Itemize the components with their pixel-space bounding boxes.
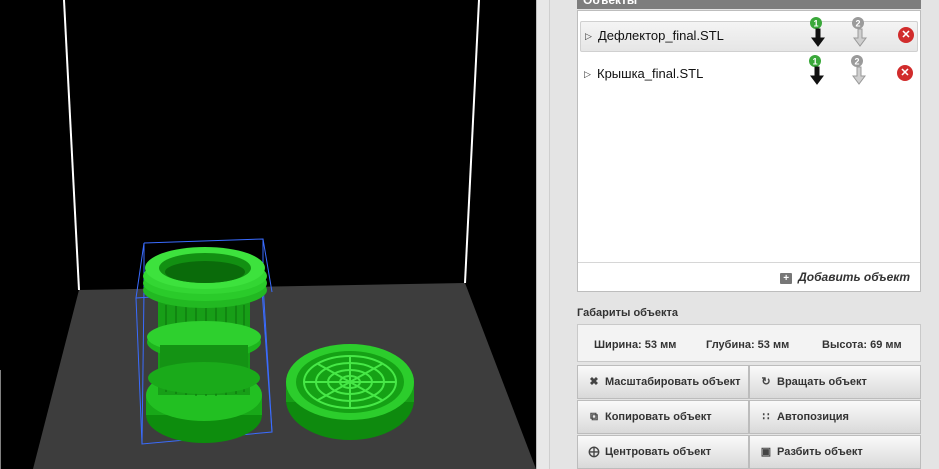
split-object-button[interactable]: ▣ Разбить объект — [749, 435, 921, 469]
split-icon: ▣ — [760, 446, 772, 458]
dimensions-box: Ширина: 53 мм Глубина: 53 мм Высота: 69 … — [577, 324, 921, 362]
object-row-deflector[interactable]: ▷ Дефлектор_final.STL 1 2 ✕ — [580, 17, 918, 52]
model-cap[interactable] — [286, 344, 414, 440]
copy-object-button[interactable]: ⧉ Копировать объект — [577, 400, 749, 434]
build-volume-edge-right — [464, 0, 480, 284]
expand-triangle-icon[interactable]: ▷ — [585, 31, 592, 42]
extruder-2-icon[interactable]: 2 — [850, 54, 870, 88]
add-object-button[interactable]: + Добавить объект — [780, 270, 910, 284]
scale-arrows-icon: ✖ — [589, 376, 599, 388]
expand-triangle-icon[interactable]: ▷ — [584, 69, 591, 80]
scale-object-button[interactable]: ✖ Масштабировать объект — [577, 365, 749, 399]
grid-icon: ∷ — [762, 411, 770, 423]
dimension-depth: Глубина: 53 мм — [706, 339, 790, 351]
build-volume-edge-left — [63, 0, 80, 291]
extruder-1-icon[interactable]: 1 — [809, 16, 829, 50]
objects-panel: ▷ Дефлектор_final.STL 1 2 ✕ ▷ Крышка_fin… — [577, 10, 921, 292]
object-name: Дефлектор_final.STL — [598, 28, 724, 43]
center-object-button[interactable]: ⨁ Центровать объект — [577, 435, 749, 469]
rotate-icon: ↻ — [761, 376, 771, 388]
extruder-1-number: 1 — [812, 57, 817, 67]
add-object-label: Добавить объект — [798, 270, 910, 284]
dimensions-title: Габариты объекта — [577, 307, 678, 319]
delete-object-icon[interactable]: ✕ — [898, 27, 914, 43]
object-name: Крышка_final.STL — [597, 66, 704, 81]
scene-canvas[interactable] — [0, 0, 536, 469]
autoposition-button[interactable]: ∷ Автопозиция — [749, 400, 921, 434]
delete-object-icon[interactable]: ✕ — [897, 65, 913, 81]
right-panel: Объекты ▷ Дефлектор_final.STL 1 2 ✕ ▷ Кр… — [550, 0, 939, 469]
objects-panel-footer: + Добавить объект — [578, 262, 920, 293]
model-deflector[interactable] — [143, 247, 267, 443]
3d-viewport[interactable] — [0, 0, 536, 469]
autoposition-label: Автопозиция — [777, 411, 849, 423]
dimension-height: Высота: 69 мм — [822, 339, 902, 351]
extruder-1-icon[interactable]: 1 — [808, 54, 828, 88]
rotate-object-label: Вращать объект — [777, 376, 867, 388]
extruder-2-icon[interactable]: 2 — [851, 16, 871, 50]
extruder-2-number: 2 — [854, 57, 859, 67]
object-row-cap[interactable]: ▷ Крышка_final.STL 1 2 ✕ — [580, 55, 918, 91]
copy-icon: ⧉ — [590, 411, 598, 423]
extruder-1-number: 1 — [813, 19, 818, 29]
plus-box-icon: + — [780, 273, 793, 284]
center-object-label: Центровать объект — [605, 446, 712, 458]
print-bed — [33, 283, 536, 469]
split-object-label: Разбить объект — [777, 446, 863, 458]
scale-object-label: Масштабировать объект — [605, 376, 741, 388]
object-list: ▷ Дефлектор_final.STL 1 2 ✕ ▷ Крышка_fin… — [578, 11, 920, 261]
center-icon: ⨁ — [588, 446, 600, 458]
objects-panel-title: Объекты — [577, 0, 921, 9]
dimension-width: Ширина: 53 мм — [594, 339, 677, 351]
extruder-2-number: 2 — [855, 19, 860, 29]
panel-splitter[interactable] — [536, 0, 550, 469]
rotate-object-button[interactable]: ↻ Вращать объект — [749, 365, 921, 399]
copy-object-label: Копировать объект — [605, 411, 712, 423]
